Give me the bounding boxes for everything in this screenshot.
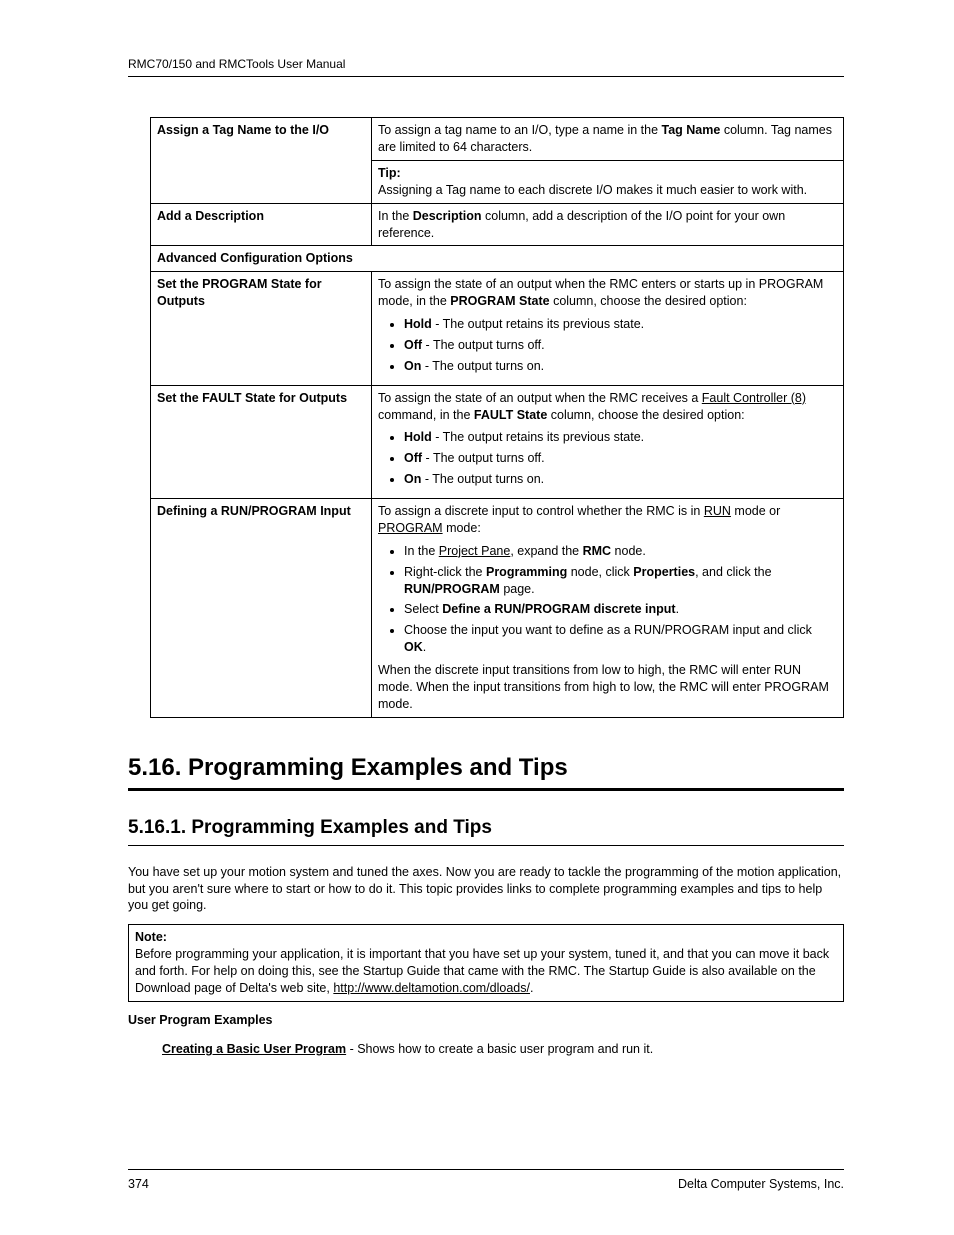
row-content: To assign a tag name to an I/O, type a n…	[372, 118, 844, 161]
row-content-tip: Tip: Assigning a Tag name to each discre…	[372, 160, 844, 203]
project-pane-link[interactable]: Project Pane	[439, 544, 511, 558]
row-content: To assign the state of an output when th…	[372, 385, 844, 498]
heading-rule-thin	[128, 845, 844, 846]
table-subheader-row: Advanced Configuration Options	[151, 246, 844, 272]
row-label: Defining a RUN/PROGRAM Input	[151, 499, 372, 718]
row-content: To assign a discrete input to control wh…	[372, 499, 844, 718]
program-mode-link[interactable]: PROGRAM	[378, 521, 443, 535]
note-label: Note:	[135, 930, 167, 944]
configuration-table: Assign a Tag Name to the I/O To assign a…	[150, 117, 844, 718]
list-item: Right-click the Programming node, click …	[404, 564, 837, 598]
example-entry: Creating a Basic User Program - Shows ho…	[162, 1041, 844, 1058]
table-row: Assign a Tag Name to the I/O To assign a…	[151, 118, 844, 161]
creating-basic-user-program-link[interactable]: Creating a Basic User Program	[162, 1042, 346, 1056]
step-list: In the Project Pane, expand the RMC node…	[378, 543, 837, 656]
row-footer-text: When the discrete input transitions from…	[378, 662, 837, 713]
document-page: RMC70/150 and RMCTools User Manual Assig…	[0, 0, 954, 1235]
table-row: Defining a RUN/PROGRAM Input To assign a…	[151, 499, 844, 718]
run-mode-link[interactable]: RUN	[704, 504, 731, 518]
table-row: Set the FAULT State for Outputs To assig…	[151, 385, 844, 498]
list-item: Hold - The output retains its previous s…	[404, 429, 837, 446]
heading-rule-thick	[128, 788, 844, 791]
section-heading-h3: 5.16.1. Programming Examples and Tips	[128, 815, 844, 841]
header-rule	[128, 76, 844, 77]
row-label: Set the FAULT State for Outputs	[151, 385, 372, 498]
option-list: Hold - The output retains its previous s…	[378, 429, 837, 488]
row-content: To assign the state of an output when th…	[372, 272, 844, 385]
fault-controller-link[interactable]: Fault Controller (8)	[702, 391, 806, 405]
row-label: Assign a Tag Name to the I/O	[151, 118, 372, 204]
section-heading-h2: 5.16. Programming Examples and Tips	[128, 752, 844, 784]
company-name: Delta Computer Systems, Inc.	[678, 1176, 844, 1193]
footer-rule	[128, 1169, 844, 1170]
page-number: 374	[128, 1176, 149, 1193]
list-item: Choose the input you want to define as a…	[404, 622, 837, 656]
page-header: RMC70/150 and RMCTools User Manual	[128, 56, 844, 72]
note-box: Note: Before programming your applicatio…	[128, 924, 844, 1002]
list-item: On - The output turns on.	[404, 358, 837, 375]
download-url-link[interactable]: http://www.deltamotion.com/dloads/	[333, 981, 530, 995]
row-content: In the Description column, add a descrip…	[372, 203, 844, 246]
list-item: In the Project Pane, expand the RMC node…	[404, 543, 837, 560]
list-item: Hold - The output retains its previous s…	[404, 316, 837, 333]
examples-subhead: User Program Examples	[128, 1012, 844, 1029]
list-item: Select Define a RUN/PROGRAM discrete inp…	[404, 601, 837, 618]
table-row: Set the PROGRAM State for Outputs To ass…	[151, 272, 844, 385]
row-label: Set the PROGRAM State for Outputs	[151, 272, 372, 385]
page-footer: 374 Delta Computer Systems, Inc.	[128, 1169, 844, 1193]
table-row: Add a Description In the Description col…	[151, 203, 844, 246]
list-item: On - The output turns on.	[404, 471, 837, 488]
option-list: Hold - The output retains its previous s…	[378, 316, 837, 375]
row-label: Add a Description	[151, 203, 372, 246]
advanced-header: Advanced Configuration Options	[151, 246, 844, 272]
list-item: Off - The output turns off.	[404, 337, 837, 354]
list-item: Off - The output turns off.	[404, 450, 837, 467]
intro-paragraph: You have set up your motion system and t…	[128, 864, 844, 915]
